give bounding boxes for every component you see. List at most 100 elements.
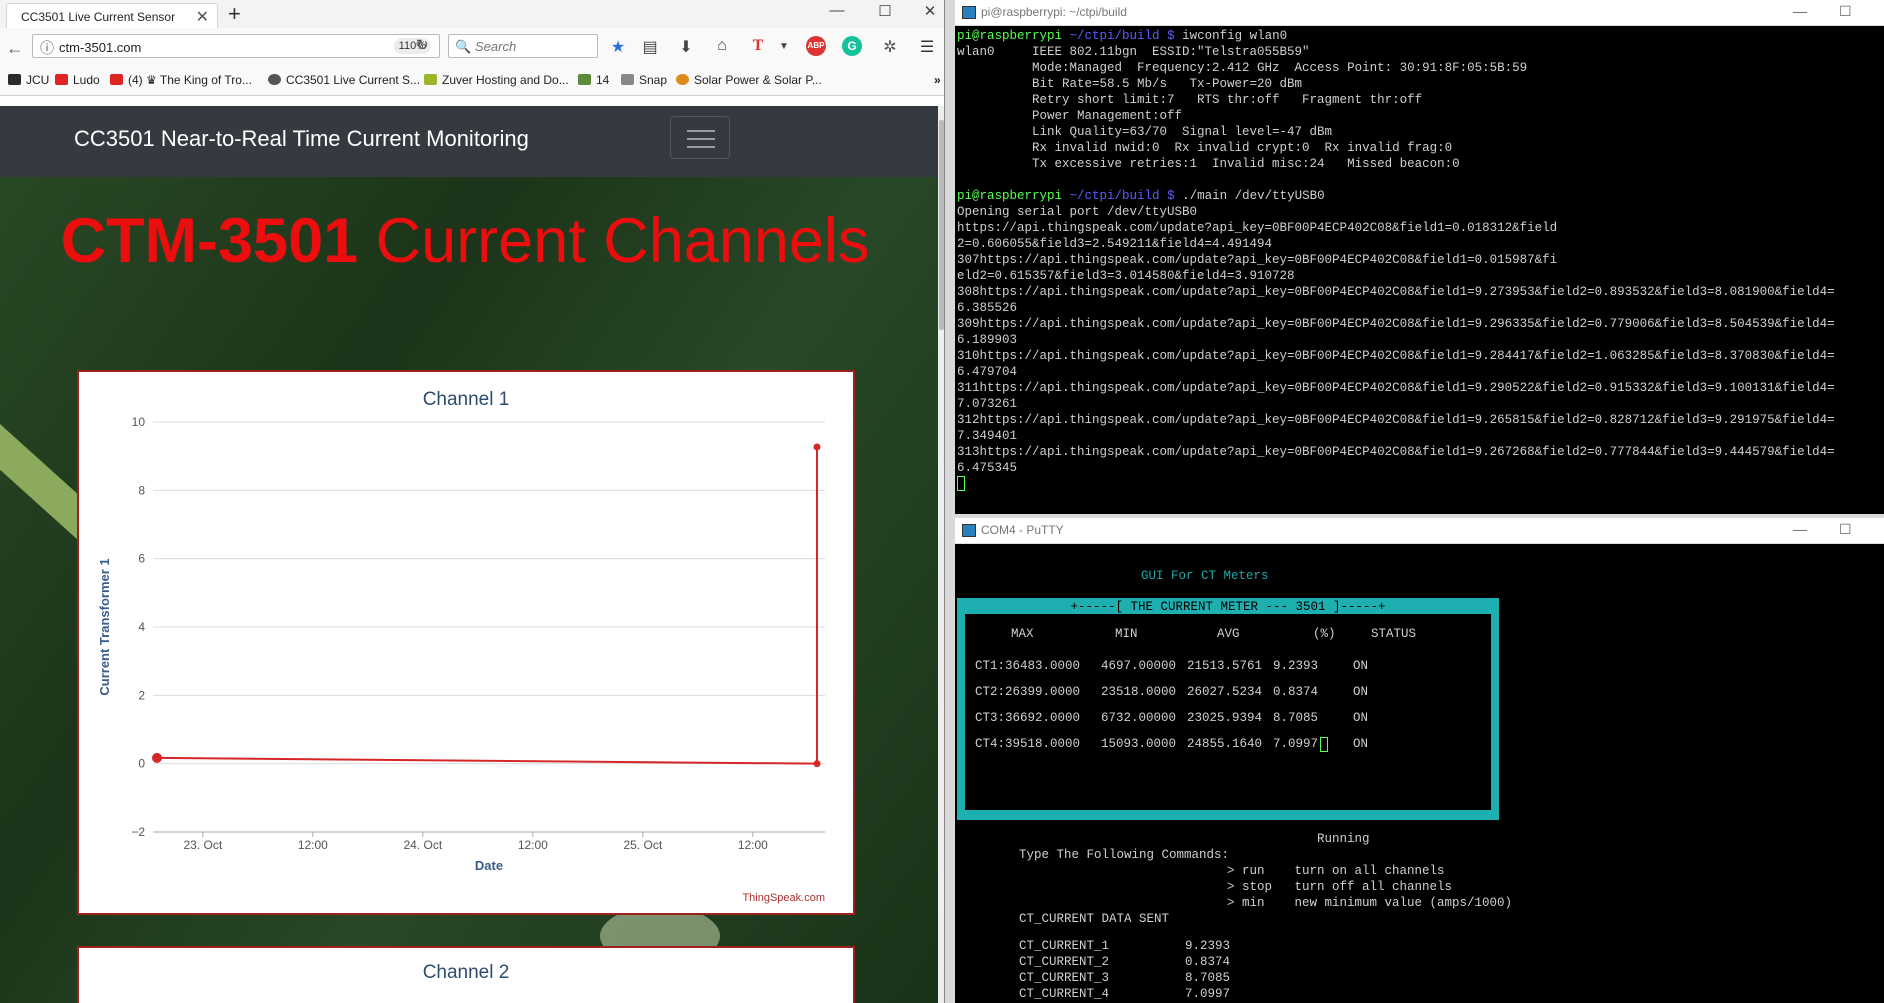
search-box[interactable]: 🔍 — [448, 34, 598, 58]
ct-cell-avg: 23025.9394 — [1187, 711, 1263, 725]
data-point[interactable] — [813, 443, 821, 451]
ct-cell-label: CT2: — [975, 685, 1006, 699]
y-tick-label: 10 — [132, 415, 146, 429]
maximize-icon[interactable]: ☐ — [870, 2, 900, 20]
sent-title: CT_CURRENT DATA SENT — [1019, 912, 1170, 926]
ct-cell-avg: 24855.1640 — [1187, 737, 1263, 751]
output-line: 310https://api.thingspeak.com/update?api… — [957, 349, 1835, 363]
command-min: > min new minimum value (amps/1000) — [1227, 896, 1513, 910]
output-line: Link Quality=63/70 Signal level=-47 dBm — [957, 125, 1333, 139]
output-line: https://api.thingspeak.com/update?api_ke… — [957, 221, 1558, 235]
output-line: 308https://api.thingspeak.com/update?api… — [957, 285, 1835, 299]
bookmark-item[interactable]: 14 — [578, 73, 609, 87]
tab-close-icon[interactable]: ✕ — [196, 7, 209, 27]
data-point[interactable] — [152, 752, 162, 763]
bookmark-item[interactable]: (4) ♛ The King of Tro... — [110, 73, 252, 87]
info-icon[interactable]: ⓘ — [40, 38, 54, 58]
output-line: Opening serial port /dev/ttyUSB0 — [957, 205, 1198, 219]
bookmark-label: 14 — [596, 73, 610, 87]
url-bar[interactable]: ⓘ ctm-3501.com 110% — [32, 34, 440, 58]
scrollbar-thumb[interactable] — [939, 120, 944, 330]
hamburger-line — [687, 138, 715, 140]
y-tick-label: 0 — [138, 757, 145, 771]
maximize-icon[interactable]: ☐ — [1839, 3, 1852, 20]
chevron-down-icon[interactable]: ▼ — [772, 41, 796, 52]
minimize-icon[interactable]: — — [1793, 3, 1807, 19]
y-tick-label: 4 — [138, 620, 145, 634]
cursor — [957, 476, 965, 491]
bookmark-item[interactable]: Zuver Hosting and Do... — [424, 73, 569, 87]
running-status: Running — [1317, 832, 1370, 846]
x-tick-label: 12:00 — [518, 838, 548, 852]
menu-icon[interactable]: ☰ — [915, 37, 939, 57]
minimize-icon[interactable]: — — [1793, 521, 1807, 537]
browser-tab[interactable]: CC3501 Live Current Sensor ✕ — [6, 3, 218, 28]
bookmark-item[interactable]: CC3501 Live Current S... — [268, 73, 420, 87]
ct-cell-pct: 8.7085 — [1273, 711, 1319, 725]
back-icon[interactable]: ← — [6, 38, 24, 59]
browser-window: CC3501 Live Current Sensor ✕ + — ☐ ✕ ← ⓘ… — [0, 0, 945, 1003]
grammarly-icon[interactable]: G — [842, 36, 862, 56]
terminal-output[interactable]: GUI For CT Meters +-----[ THE CURRENT ME… — [955, 544, 1884, 1003]
navbar-toggler-button[interactable] — [670, 116, 730, 159]
terminal-output[interactable]: pi@raspberrypi ~/ctpi/build $ iwconfig w… — [957, 28, 1835, 493]
output-line: Rx invalid nwid:0 Rx invalid crypt:0 Rx … — [957, 141, 1453, 155]
ct-cell-pct: 0.8374 — [1273, 685, 1319, 699]
bookmark-item[interactable]: Ludo — [55, 73, 100, 87]
output-line: 6.189903 — [957, 333, 1018, 347]
x-tick-label: 12:00 — [298, 838, 328, 852]
adblock-icon[interactable]: ABP — [806, 36, 826, 56]
x-tick-label: 25. Oct — [623, 838, 662, 852]
cursor — [1320, 737, 1328, 752]
more-bookmarks-icon[interactable]: » — [934, 73, 941, 87]
reading-list-icon[interactable]: ▤ — [638, 37, 662, 57]
y-tick-label: 6 — [138, 552, 145, 566]
data-point[interactable] — [813, 760, 821, 768]
terminal-titlebar: pi@raspberrypi: ~/ctpi/build — ☐ — [955, 0, 1884, 26]
bookmark-item[interactable]: Solar Power & Solar P... — [676, 73, 822, 87]
bookmark-star-icon[interactable]: ★ — [606, 37, 630, 57]
bookmark-label: (4) ♛ The King of Tro... — [128, 73, 252, 87]
hamburger-line — [687, 146, 715, 148]
chart-title: Channel 1 — [423, 389, 510, 410]
maximize-icon[interactable]: ☐ — [1839, 521, 1852, 538]
ct-cell-label: CT3: — [975, 711, 1006, 725]
heading-rest: Current Channels — [375, 206, 870, 276]
navbar-brand[interactable]: CC3501 Near-to-Real Time Current Monitor… — [74, 126, 529, 152]
prompt-line: pi@raspberrypi ~/ctpi/build $ iwconfig w… — [957, 28, 1835, 44]
prompt-user: pi@raspberrypi — [957, 29, 1063, 43]
minimize-icon[interactable]: — — [822, 2, 852, 19]
ct-cell-max: 36692.0000 — [1005, 711, 1081, 725]
sent-name: CT_CURRENT_2 — [1019, 955, 1110, 969]
output-line: 307https://api.thingspeak.com/update?api… — [957, 253, 1558, 267]
col-header-pct: (%) — [1313, 627, 1336, 641]
bookmark-label: Solar Power & Solar P... — [694, 73, 822, 87]
bookmark-label: Ludo — [73, 73, 100, 87]
output-line: Tx excessive retries:1 Invalid misc:24 M… — [957, 157, 1460, 171]
reload-icon[interactable]: ↻ — [416, 36, 429, 54]
text-extension-icon[interactable]: T — [746, 37, 770, 55]
download-icon[interactable]: ⬇ — [674, 37, 698, 57]
bookmark-item[interactable]: Snap — [621, 73, 667, 87]
chart-channel-1[interactable]: Channel 1 −2 0 2 4 6 8 10 23. Oct 12:00 24. Oct 12:… — [79, 372, 853, 913]
bookmark-item[interactable]: JCU — [8, 73, 49, 87]
x-tick-label: 23. Oct — [183, 838, 222, 852]
globe-icon — [268, 74, 281, 85]
thingspeak-credit-link[interactable]: ThingSpeak.com — [742, 892, 825, 904]
output-line: wlan0 IEEE 802.11bgn ESSID:"Telstra055B5… — [957, 45, 1310, 59]
bookmark-label: Zuver Hosting and Do... — [442, 73, 569, 87]
bookmark-label: CC3501 Live Current S... — [286, 73, 421, 87]
books-icon — [578, 74, 591, 85]
home-icon[interactable]: ⌂ — [710, 37, 734, 55]
command-run: > run turn on all channels — [1227, 864, 1445, 878]
command-text: ./main /dev/ttyUSB0 — [1182, 189, 1325, 203]
putty-icon — [962, 6, 976, 19]
search-input[interactable] — [475, 38, 593, 54]
close-window-icon[interactable]: ✕ — [915, 2, 944, 20]
page-scrollbar[interactable] — [938, 106, 944, 1003]
ct-cell-label: CT1: — [975, 659, 1006, 673]
new-tab-icon[interactable]: + — [228, 1, 241, 27]
extension-icon[interactable]: ✲ — [878, 37, 902, 57]
sent-name: CT_CURRENT_1 — [1019, 939, 1110, 953]
